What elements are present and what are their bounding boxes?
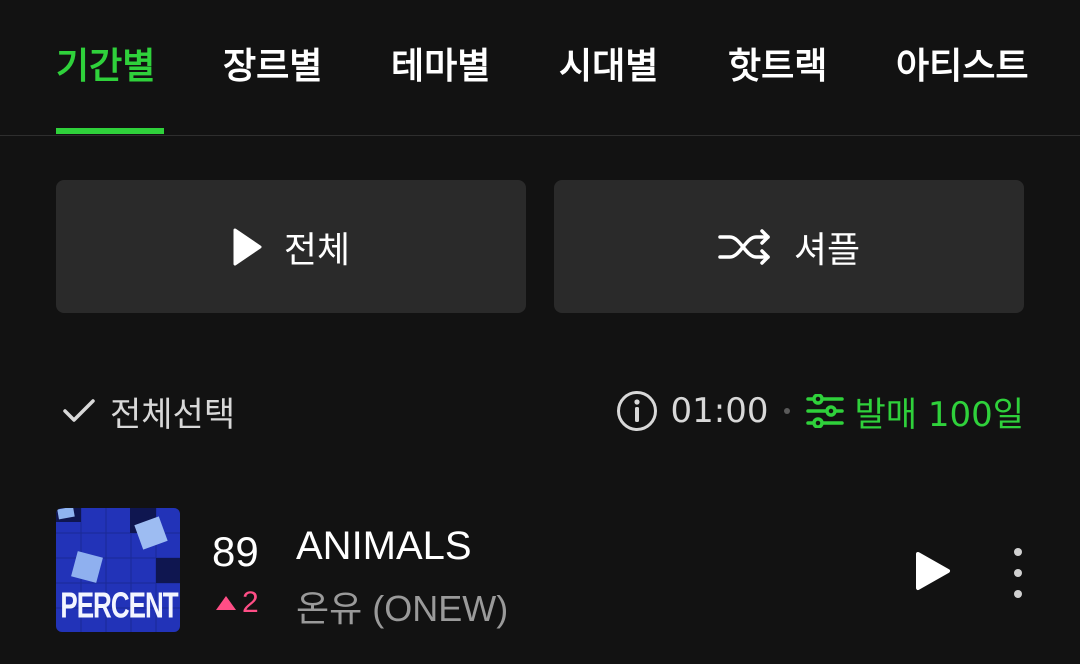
tab-theme[interactable]: 테마별 (391, 42, 490, 92)
track-row[interactable]: PERCENT 89 2 ANIMALS 온유 (ONEW) (0, 508, 1080, 634)
info-icon[interactable] (616, 390, 658, 432)
rank-change-value: 2 (242, 586, 259, 619)
play-all-label: 전체 (283, 229, 351, 271)
chart-rank: 89 (212, 528, 259, 575)
play-icon (233, 228, 262, 265)
tab-period[interactable]: 기간별 (56, 42, 155, 92)
shuffle-label: 셔플 (793, 229, 861, 271)
chart-meta: 01:00 발매 100일 (616, 386, 1024, 436)
release-filter-label[interactable]: 발매 100일 (854, 387, 1024, 436)
shuffle-icon (718, 228, 770, 265)
track-artist[interactable]: 온유 (ONEW) (296, 580, 508, 632)
update-time: 01:00 (670, 391, 769, 431)
separator-dot (784, 408, 791, 414)
rank-up-icon (216, 596, 236, 610)
tab-era[interactable]: 시대별 (559, 42, 658, 92)
category-tab-bar: 기간별 장르별 테마별 시대별 핫트랙 아티스트 (0, 0, 1080, 136)
tab-artist[interactable]: 아티스트 (896, 42, 1028, 92)
track-play-icon[interactable] (912, 550, 952, 592)
select-all-toggle[interactable]: 전체선택 (62, 388, 236, 435)
shuffle-button[interactable]: 셔플 (554, 180, 1024, 313)
active-tab-indicator (56, 128, 164, 134)
more-options-icon[interactable] (1006, 548, 1030, 598)
check-icon (63, 399, 95, 422)
more-dot (1014, 548, 1022, 556)
album-art-text: PERCENT (60, 583, 178, 626)
tab-genre[interactable]: 장르별 (223, 42, 322, 92)
album-art[interactable]: PERCENT (56, 508, 180, 632)
track-title[interactable]: ANIMALS (296, 524, 472, 569)
play-all-button[interactable]: 전체 (56, 180, 526, 313)
more-dot (1014, 590, 1022, 598)
tab-hot-track[interactable]: 핫트랙 (728, 42, 827, 92)
filter-icon[interactable] (806, 394, 845, 428)
select-all-label: 전체선택 (110, 394, 236, 435)
more-dot (1014, 569, 1022, 577)
rank-change: 2 (214, 586, 259, 620)
